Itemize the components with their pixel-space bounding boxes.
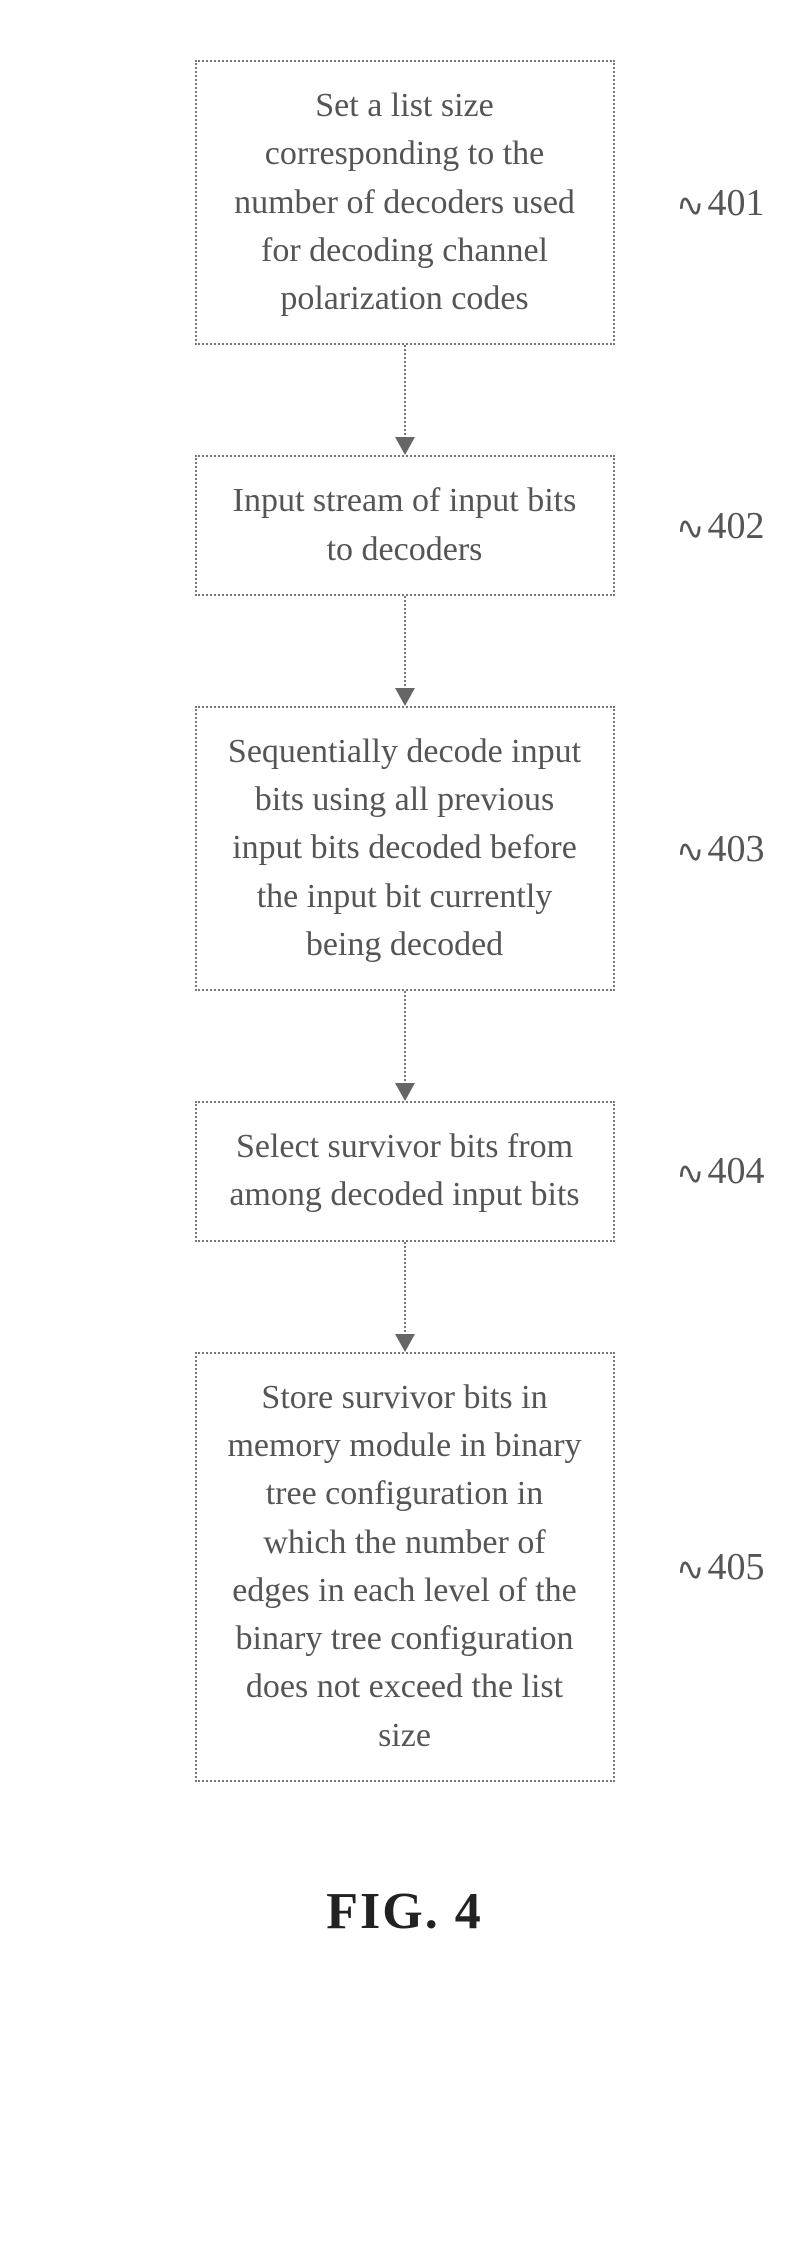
- arrow: [395, 596, 415, 706]
- arrow: [395, 991, 415, 1101]
- arrow-shaft: [404, 345, 406, 439]
- arrow-head-icon: [395, 1334, 415, 1352]
- step-text: Sequentially decode input bits using all…: [223, 728, 587, 969]
- flowchart: Set a list size corresponding to the num…: [0, 60, 809, 1941]
- step-box: Select survivor bits from among decoded …: [195, 1101, 615, 1242]
- flow-step-405: Store survivor bits in memory module in …: [195, 1352, 615, 1782]
- lead-wave: ∿: [673, 1548, 704, 1591]
- flow-step-402: Input stream of input bits to decoders ∿…: [195, 455, 615, 596]
- lead-wave: ∿: [673, 830, 704, 873]
- step-box: Input stream of input bits to decoders: [195, 455, 615, 596]
- step-text: Store survivor bits in memory module in …: [223, 1374, 587, 1760]
- flow-step-404: Select survivor bits from among decoded …: [195, 1101, 615, 1242]
- step-id: 403: [708, 828, 765, 870]
- arrow: [395, 1242, 415, 1352]
- arrow-shaft: [404, 1242, 406, 1336]
- step-id: 401: [708, 182, 765, 224]
- step-label: ∿405: [676, 1545, 765, 1589]
- step-box: Sequentially decode input bits using all…: [195, 706, 615, 991]
- step-id: 404: [708, 1150, 765, 1192]
- arrow-head-icon: [395, 1083, 415, 1101]
- step-label: ∿404: [676, 1149, 765, 1193]
- arrow-shaft: [404, 991, 406, 1085]
- arrow-shaft: [404, 596, 406, 690]
- lead-wave: ∿: [673, 1153, 704, 1196]
- step-text: Input stream of input bits to decoders: [223, 477, 587, 574]
- step-label: ∿401: [676, 181, 765, 225]
- arrow-head-icon: [395, 688, 415, 706]
- figure-caption: FIG. 4: [326, 1882, 482, 1941]
- flow-step-403: Sequentially decode input bits using all…: [195, 706, 615, 991]
- step-text: Select survivor bits from among decoded …: [223, 1123, 587, 1220]
- step-id: 402: [708, 505, 765, 547]
- step-box: Store survivor bits in memory module in …: [195, 1352, 615, 1782]
- lead-wave: ∿: [673, 507, 704, 550]
- step-box: Set a list size corresponding to the num…: [195, 60, 615, 345]
- page: Set a list size corresponding to the num…: [0, 0, 809, 2251]
- flow-step-401: Set a list size corresponding to the num…: [195, 60, 615, 345]
- lead-wave: ∿: [673, 184, 704, 227]
- step-label: ∿402: [676, 504, 765, 548]
- step-label: ∿403: [676, 827, 765, 871]
- arrow-head-icon: [395, 437, 415, 455]
- step-id: 405: [708, 1546, 765, 1588]
- step-text: Set a list size corresponding to the num…: [223, 82, 587, 323]
- arrow: [395, 345, 415, 455]
